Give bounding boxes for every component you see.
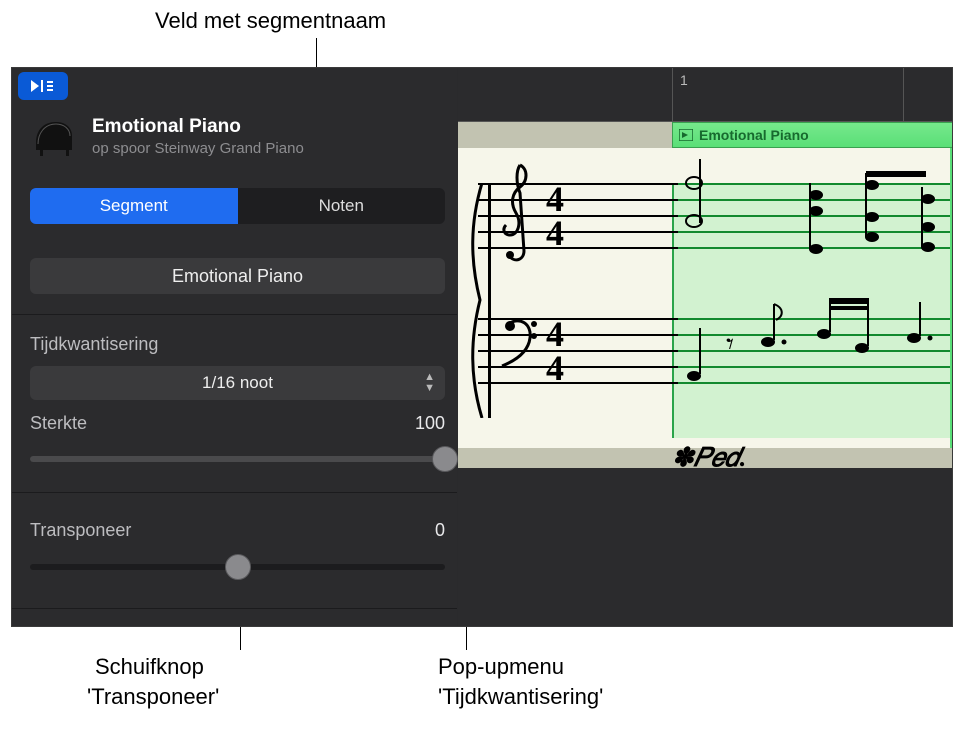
svg-text:4: 4 [546, 213, 564, 251]
segment-subtitle: op spoor Steinway Grand Piano [92, 140, 304, 157]
transpose-label: Transponeer [30, 520, 131, 541]
strength-label: Sterkte [30, 413, 87, 434]
strength-slider-thumb[interactable] [432, 446, 458, 472]
time-quantize-popup[interactable]: 1/16 noot ▲▼ [30, 366, 445, 400]
treble-notes: ♭ [678, 153, 953, 273]
score-paper: 4 4 [458, 148, 953, 448]
callout-transpose-line1: Schuifknop [95, 654, 204, 680]
inspector-panel: Emotional Piano op spoor Steinway Grand … [12, 68, 457, 626]
svg-text:4: 4 [546, 348, 564, 386]
callout-quantize-line1: Pop-upmenu [438, 654, 564, 680]
bar-ruler[interactable]: 1 [458, 68, 953, 122]
bass-notes: 𝄾 [678, 298, 953, 408]
segment-name-field[interactable]: Emotional Piano [30, 258, 445, 294]
chevron-updown-icon: ▲▼ [424, 372, 435, 394]
time-quantize-value: 1/16 noot [202, 373, 273, 393]
segment-title: Emotional Piano [92, 116, 304, 138]
time-quantize-label: Tijdkwantisering [30, 334, 158, 355]
time-signature-bass: 4 4 [546, 316, 576, 386]
time-signature-treble: 4 4 [546, 181, 576, 251]
editor-panel: Emotional Piano op spoor Steinway Grand … [11, 67, 953, 627]
score-view[interactable]: 1 Emotional Piano [458, 68, 953, 468]
strength-slider[interactable] [30, 456, 445, 462]
segment-header: Emotional Piano op spoor Steinway Grand … [30, 112, 304, 160]
loop-icon [679, 129, 693, 141]
strength-value: 100 [415, 413, 445, 434]
callout-quantize-line2: 'Tijdkwantisering' [438, 684, 603, 710]
region-resize-handle[interactable] [950, 148, 953, 448]
transpose-slider[interactable] [30, 564, 445, 570]
transpose-slider-thumb[interactable] [225, 554, 251, 580]
tab-notes[interactable]: Noten [238, 188, 446, 224]
treble-clef-icon [498, 163, 540, 267]
callout-segment-name-label: Veld met segmentnaam [155, 8, 386, 34]
ruler-bar-number: 1 [680, 72, 688, 88]
callout-transpose-line2: 'Transponeer' [87, 684, 219, 710]
region-name-label: Emotional Piano [699, 127, 809, 143]
svg-text:𝄾: 𝄾 [726, 328, 734, 361]
region-header[interactable]: Emotional Piano [672, 122, 953, 148]
transpose-value: 0 [435, 520, 445, 541]
grand-piano-icon [30, 112, 78, 160]
tab-segment[interactable]: Segment [30, 188, 238, 224]
inspector-tab-bar: Segment Noten [30, 188, 445, 224]
empty-dark-area [458, 468, 953, 627]
bass-clef-icon [498, 314, 540, 366]
catch-playhead-button[interactable] [18, 72, 68, 100]
